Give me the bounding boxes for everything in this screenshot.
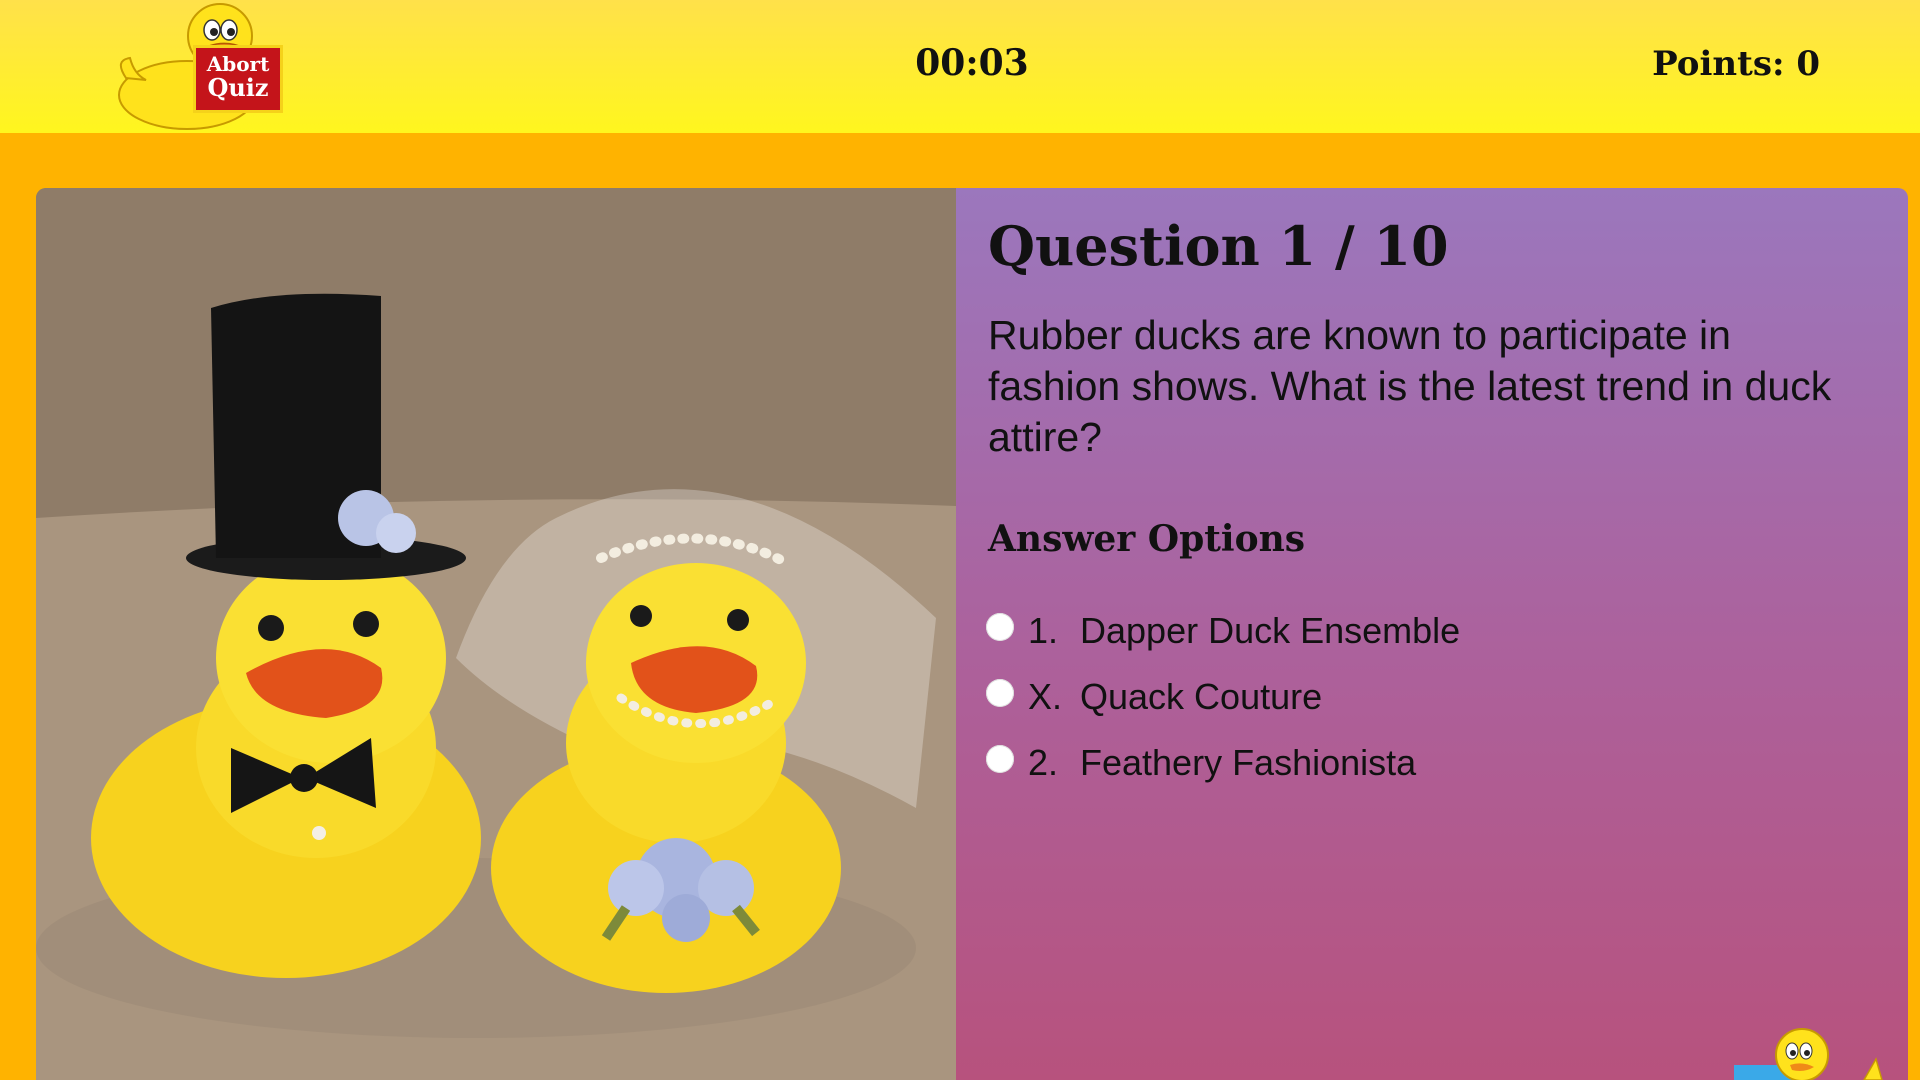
answer-key: X. [1028,676,1063,717]
answer-key: 2. [1028,742,1059,783]
question-card: Question 1 / 10 Rubber ducks are known t… [36,188,1908,1080]
answer-options-list: 1. Dapper Duck Ensemble X. Quack Couture… [986,598,1460,796]
rubber-duck-wedding-couple-photo [36,188,956,1080]
answer-label: Dapper Duck Ensemble [1080,610,1461,651]
answer-key: 1. [1028,610,1059,651]
answer-option-1[interactable]: 1. Dapper Duck Ensemble [986,598,1460,664]
question-image [36,188,956,1080]
question-text: Rubber ducks are known to participate in… [988,312,1832,460]
points-counter: Points: 0 [1652,44,1820,84]
question-title: Question 1 / 10 [988,214,1449,278]
duck-mascot-icon [1734,1028,1883,1080]
top-bar: Abort Quiz 00:03 Points: 0 [0,0,1920,133]
answer-label: Quack Couture [1080,676,1323,717]
answer-option-x[interactable]: X. Quack Couture [986,664,1460,730]
answer-option-2[interactable]: 2. Feathery Fashionista [986,730,1460,796]
radio-button[interactable] [986,613,1014,641]
quiz-timer: 00:03 [915,42,1029,84]
answer-options-heading: Answer Options [988,518,1306,560]
answer-label: Feathery Fashionista [1080,742,1417,783]
radio-button[interactable] [986,745,1014,773]
radio-button[interactable] [986,679,1014,707]
question-panel: Question 1 / 10 Rubber ducks are known t… [956,188,1908,1080]
